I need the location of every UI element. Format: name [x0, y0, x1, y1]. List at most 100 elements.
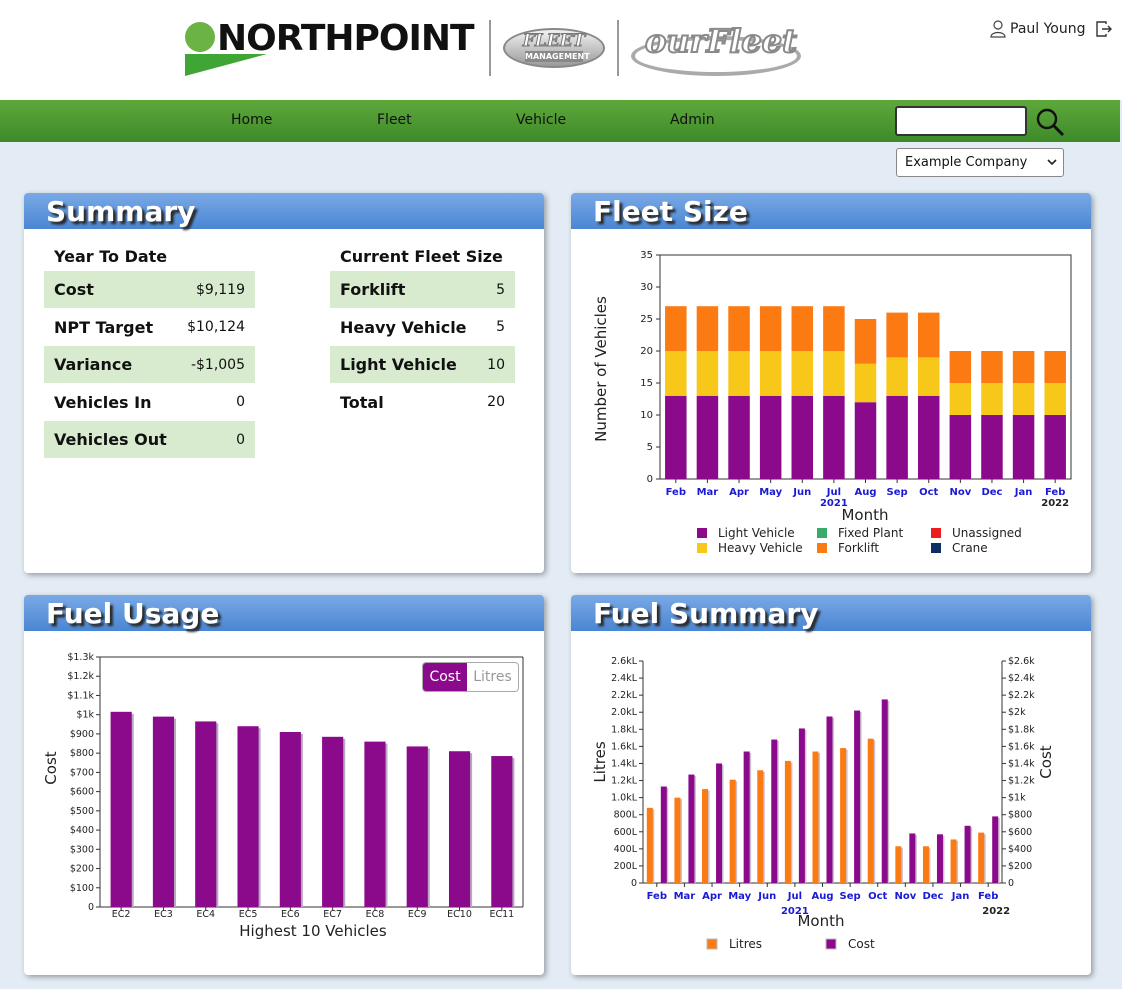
- y-tick-label-left: 400L: [614, 844, 638, 855]
- bar-segment-light-vehicle: [917, 395, 940, 479]
- bar-cost: [909, 833, 916, 883]
- y-tick-label-left: 1.0kL: [611, 793, 638, 804]
- bar-segment-forklift: [917, 312, 940, 358]
- y-tick-label-right: $2.2k: [1008, 690, 1035, 701]
- bar-segment-heavy-vehicle: [917, 357, 940, 396]
- legend-label: Litres: [729, 937, 762, 951]
- nav-fleet[interactable]: Fleet: [377, 112, 412, 128]
- summary-row-label: Heavy Vehicle: [340, 317, 467, 337]
- search-input[interactable]: [895, 106, 1027, 136]
- bar-segment-light-vehicle: [696, 395, 719, 479]
- logo-divider: [617, 20, 619, 76]
- fleet-size-heading: Current Fleet Size: [340, 247, 503, 266]
- summary-row-value: $10,124: [187, 319, 245, 335]
- y-tick-label: $1.1k: [67, 690, 94, 701]
- summary-row: NPT Target $10,124: [44, 308, 255, 346]
- y-tick-label-right: $800: [1008, 810, 1032, 821]
- summary-row-value: 0: [236, 394, 245, 410]
- y-tick-label-left: 1.4kL: [611, 758, 638, 769]
- bar-litres: [978, 832, 985, 883]
- x-tick-label: Apr: [702, 891, 722, 902]
- y-tick-label: $100: [70, 883, 94, 894]
- y-tick-label: $700: [70, 767, 94, 778]
- x-tick-label: Apr: [729, 487, 749, 498]
- x-tick-label: EC10: [447, 909, 472, 920]
- x-tick-label: Feb: [647, 891, 667, 902]
- x-tick-label: Feb: [666, 487, 686, 498]
- fleet-size-title: Fleet Size: [593, 195, 748, 228]
- summary-row-value: -$1,005: [190, 356, 245, 373]
- legend-swatch: [931, 528, 941, 538]
- user-name[interactable]: Paul Young: [1010, 21, 1086, 37]
- bar-cost: [688, 774, 695, 883]
- user-icon: [990, 20, 1006, 38]
- fuel-usage-panel-header: Fuel Usage: [24, 595, 544, 631]
- x-tick-label: EC8: [366, 909, 385, 920]
- legend-swatch: [931, 543, 941, 553]
- summary-row-label: Vehicles Out: [54, 430, 167, 449]
- summary-row: Variance -$1,005: [44, 346, 255, 383]
- company-select[interactable]: Example Company: [896, 148, 1064, 177]
- y-tick-label: $300: [70, 844, 94, 855]
- y-tick-label: $800: [70, 748, 94, 759]
- x-tick-label: Mar: [674, 891, 696, 902]
- bar-cost: [992, 816, 999, 883]
- y-tick-label: $1k: [76, 710, 94, 721]
- bar-litres: [674, 797, 681, 883]
- bar-litres: [729, 779, 736, 883]
- x-tick-label: Aug: [854, 487, 876, 498]
- summary-row-value: 0: [236, 431, 245, 448]
- y-tick-label: $200: [70, 864, 94, 875]
- y-tick-label-left: 600L: [614, 827, 638, 838]
- nav-admin[interactable]: Admin: [670, 112, 715, 128]
- toggle-cost[interactable]: Cost: [423, 663, 467, 691]
- x-axis-title: Month: [797, 912, 844, 930]
- x-tick-label: Jul: [787, 891, 802, 902]
- x-tick-label: Jun: [757, 891, 776, 902]
- ytd-table: Year To Date Cost $9,119 NPT Target $10,124…: [44, 243, 255, 458]
- summary-row: Vehicles Out 0: [44, 421, 255, 458]
- user-menu[interactable]: Paul Young: [990, 20, 1112, 38]
- y-tick-label: 0: [88, 902, 94, 913]
- bar-cost: [771, 739, 778, 883]
- legend-label: Heavy Vehicle: [718, 541, 803, 555]
- x-tick-label: Jan: [951, 891, 970, 902]
- legend-label: Cost: [848, 937, 875, 951]
- y-tick-label-left: 2.0kL: [611, 707, 638, 718]
- logout-icon[interactable]: [1095, 21, 1112, 37]
- bar: [406, 746, 428, 907]
- bar-segment-forklift: [886, 312, 908, 358]
- toggle-litres[interactable]: Litres: [467, 663, 518, 691]
- fleet-management-logo: FLEET MANAGEMENT: [503, 28, 605, 68]
- fleet-management-logo-line1: FLEET: [522, 31, 586, 52]
- nav-home[interactable]: Home: [231, 112, 272, 128]
- cost-litres-toggle: Cost Litres: [422, 662, 519, 692]
- x-tick-label: EC2: [112, 909, 131, 920]
- x-year-label: 2022: [982, 906, 1010, 917]
- bar-litres: [895, 846, 902, 883]
- y-tick-label-right: 0: [1008, 878, 1014, 889]
- y-tick-label: $900: [70, 729, 94, 740]
- x-tick-label: Dec: [981, 487, 1002, 498]
- y-axis-title: Cost: [42, 751, 60, 784]
- logo-divider: [489, 20, 491, 76]
- legend-label: Crane: [952, 541, 988, 555]
- nav-vehicle[interactable]: Vehicle: [516, 112, 566, 128]
- x-tick-label: Oct: [868, 891, 887, 902]
- x-tick-label: Jul: [826, 487, 841, 498]
- x-tick-label: Sep: [840, 891, 861, 902]
- legend-swatch: [697, 528, 707, 538]
- search-icon[interactable]: [1034, 106, 1066, 138]
- x-axis-title: Highest 10 Vehicles: [239, 922, 387, 940]
- summary-row-label: NPT Target: [54, 317, 154, 337]
- bar-cost: [881, 699, 888, 883]
- fleet-management-logo-line2: MANAGEMENT: [525, 51, 590, 62]
- x-tick-label: EC4: [196, 909, 215, 920]
- x-tick-label: Dec: [922, 891, 943, 902]
- bar-segment-heavy-vehicle: [759, 351, 782, 396]
- x-tick-label: EC6: [281, 909, 300, 920]
- y-tick-label: 30: [640, 282, 653, 293]
- legend-label: Forklift: [838, 541, 879, 555]
- bar: [322, 736, 344, 907]
- y-tick-label: 15: [640, 378, 653, 389]
